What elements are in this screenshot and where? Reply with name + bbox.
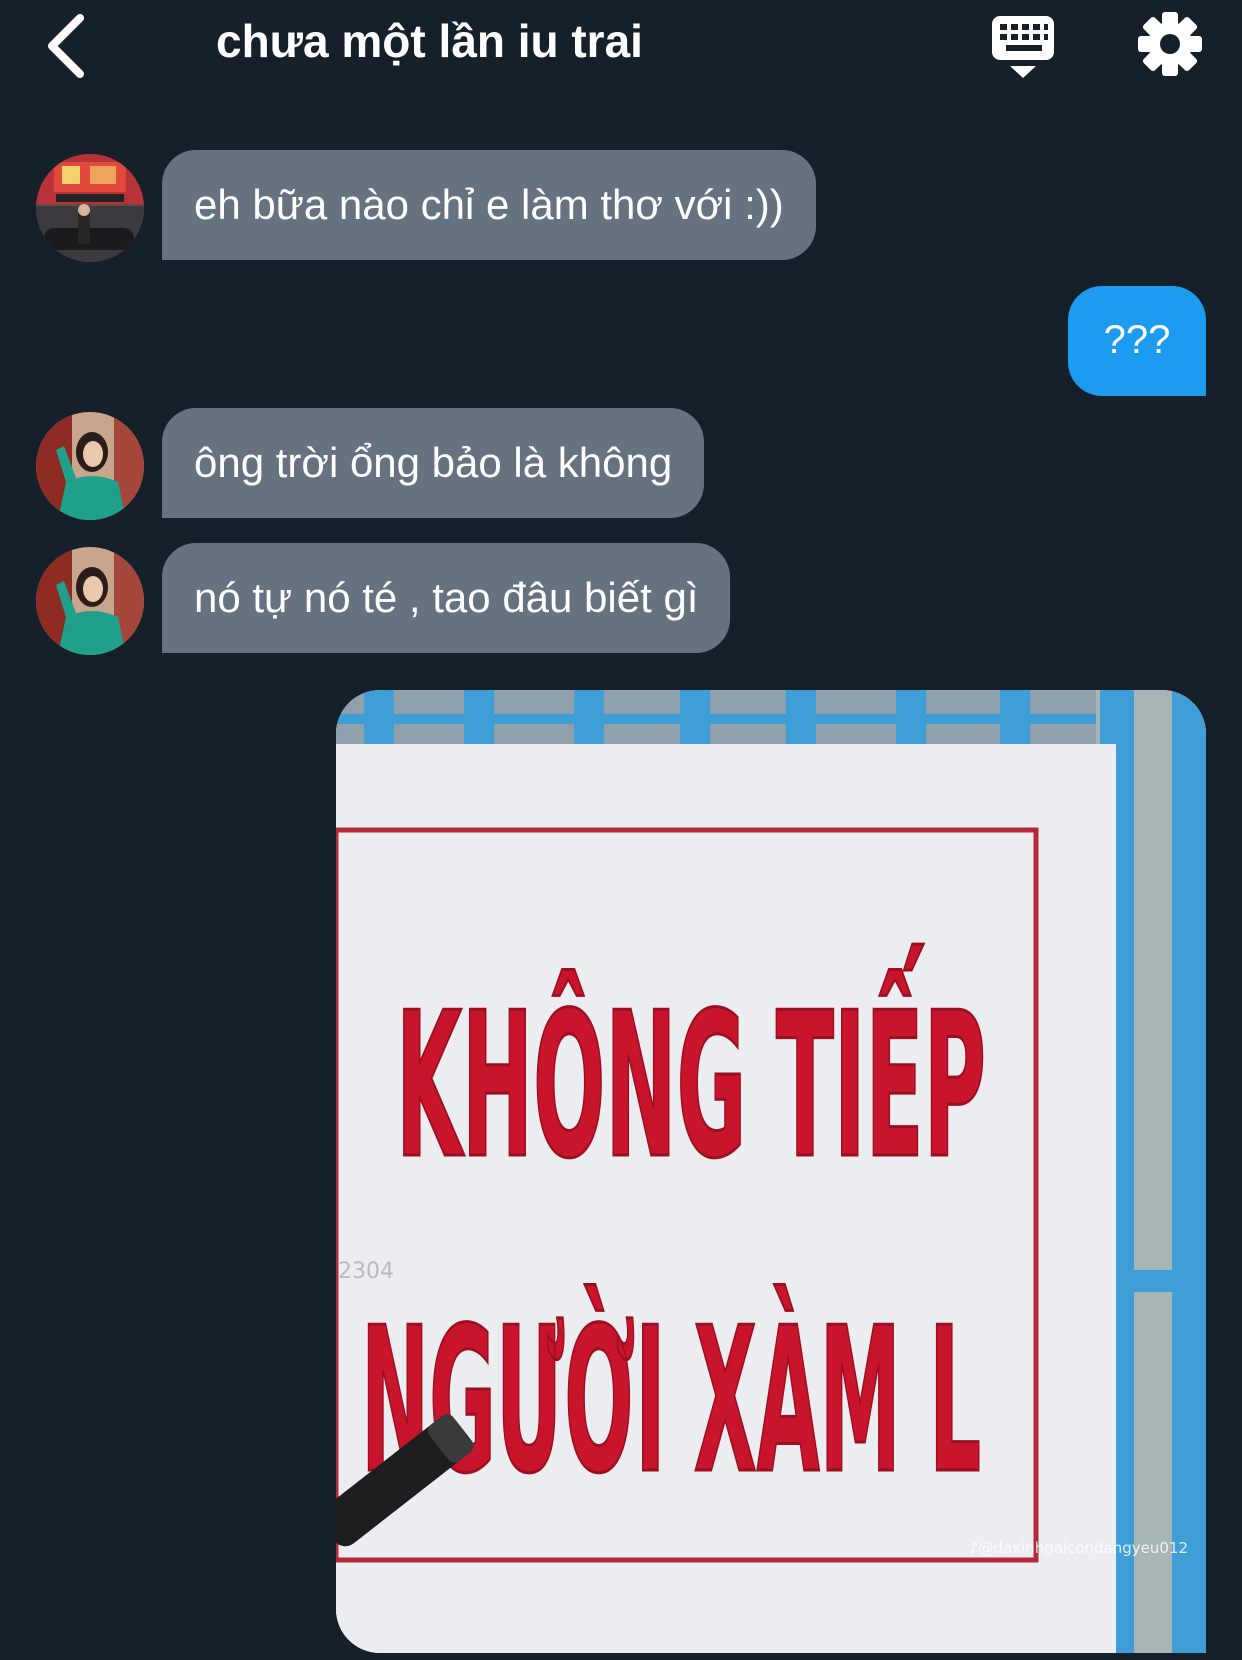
message-bubble-outgoing[interactable]: ??? bbox=[1068, 286, 1206, 396]
sender-avatar[interactable] bbox=[36, 412, 144, 520]
conversation-title: chưa một lần iu trai bbox=[216, 15, 643, 67]
sender-avatar[interactable] bbox=[36, 547, 144, 655]
watermark: ♪@daxinhgaicondangyeu012 bbox=[969, 1539, 1188, 1557]
message-bubble-incoming[interactable]: ông trời ổng bảo là không bbox=[162, 408, 705, 518]
message-bubble-incoming[interactable]: eh bữa nào chỉ e làm thơ với :)) bbox=[162, 150, 816, 260]
faint-number: 2304 bbox=[338, 1259, 394, 1284]
gear-icon bbox=[1138, 12, 1202, 76]
keyboard-button[interactable] bbox=[990, 14, 1060, 80]
sender-avatar[interactable] bbox=[36, 154, 144, 262]
chevron-left-icon bbox=[48, 14, 84, 78]
settings-button[interactable] bbox=[1136, 10, 1204, 78]
message-bubble-incoming[interactable]: nó tự nó té , tao đâu biết gì bbox=[162, 543, 731, 653]
sign-photo: KHÔNG TIẾP NGƯỜI XÀM L 2304 ♪@daxinhgaic… bbox=[336, 690, 1206, 1653]
keyboard-icon bbox=[992, 16, 1054, 78]
chat-header: chưa một lần iu trai bbox=[0, 0, 1242, 92]
back-button[interactable] bbox=[40, 10, 100, 80]
sign-line-2: NGƯỜI XÀM L bbox=[361, 1284, 981, 1518]
image-message[interactable]: KHÔNG TIẾP NGƯỜI XÀM L 2304 ♪@daxinhgaic… bbox=[336, 690, 1206, 1653]
sign-line-1: KHÔNG TIẾP bbox=[396, 944, 986, 1203]
